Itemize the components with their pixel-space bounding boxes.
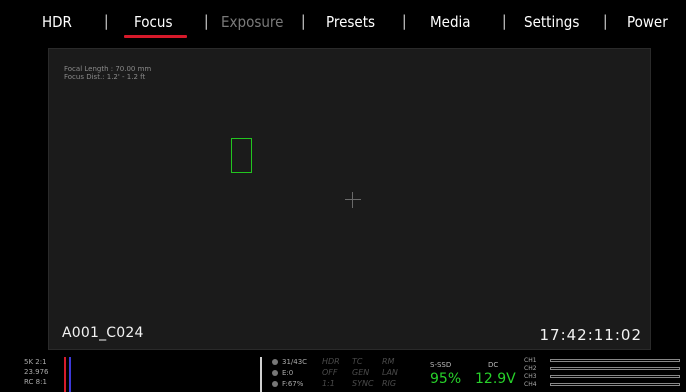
flag-tc: TC [352, 357, 363, 366]
menu-separator: | [104, 12, 109, 30]
menu-separator: | [301, 12, 306, 30]
menu-exposure[interactable]: Exposure [221, 13, 283, 31]
histogram-divider [260, 357, 262, 392]
menu-focus[interactable]: Focus [134, 13, 173, 31]
flag-off: OFF [322, 368, 338, 377]
crosshair-horizontal [345, 199, 361, 200]
resolution-text: 5K 2:1 [24, 358, 47, 366]
fan-text: F:67% [282, 380, 304, 388]
framerate-text: 23.976 [24, 368, 49, 376]
status-flags: HDR TC RM OFF GEN LAN 1:1 SYNC RIG [322, 357, 406, 389]
flag-rm: RM [382, 357, 395, 366]
top-menu: HDR | Focus | Exposure | Presets | Media… [0, 0, 686, 44]
menu-hdr[interactable]: HDR [42, 13, 72, 31]
temperature-info: 31/43C E:0 F:67% [272, 357, 307, 390]
flag-lan: LAN [382, 368, 398, 377]
media-label: S-SSD [430, 361, 452, 369]
menu-media[interactable]: Media [430, 13, 471, 31]
crosshair-vertical [352, 192, 353, 208]
media-remaining: 95% [430, 371, 462, 387]
audio-channels: CH1 CH2 CH3 CH4 [524, 357, 684, 389]
audio-meter [550, 367, 680, 370]
format-info: 5K 2:1 23.976 RC 8:1 [24, 357, 49, 387]
channel-label: CH1 [524, 357, 537, 364]
audio-meter [550, 383, 680, 386]
flag-gen: GEN [352, 368, 370, 377]
status-bar: 5K 2:1 23.976 RC 8:1 31/43C E:0 F:67% HD… [0, 355, 686, 392]
focal-length-text: Focal Length : 70.00 mm [64, 65, 152, 73]
audio-meter [550, 375, 680, 378]
blue-level-bar [69, 357, 71, 392]
red-level-bar [64, 357, 66, 392]
exposure-text: E:0 [282, 369, 294, 377]
menu-separator: | [502, 12, 507, 30]
audio-channel-4: CH4 [524, 381, 684, 389]
menu-presets[interactable]: Presets [326, 13, 375, 31]
temp-text: 31/43C [282, 358, 308, 366]
audio-channel-3: CH3 [524, 373, 684, 381]
audio-channel-1: CH1 [524, 357, 684, 365]
audio-channel-2: CH2 [524, 365, 684, 373]
menu-separator: | [402, 12, 407, 30]
timecode: 17:42:11:02 [539, 326, 642, 344]
menu-separator: | [204, 12, 209, 30]
flag-hdr: HDR [322, 357, 340, 366]
crosshair-icon [345, 192, 361, 208]
active-tab-indicator [124, 35, 187, 38]
status-dot-icon [272, 359, 278, 365]
channel-label: CH2 [524, 365, 537, 372]
menu-power[interactable]: Power [627, 13, 668, 31]
clip-name: A001_C024 [62, 325, 144, 341]
dc-label: DC [488, 361, 499, 369]
status-dot-icon [272, 370, 278, 376]
flag-ratio: 1:1 [322, 379, 335, 388]
compression-text: RC 8:1 [24, 378, 47, 386]
focus-distance-text: Focus Dist.: 1.2' - 1.2 ft [64, 73, 146, 81]
status-dot-icon [272, 381, 278, 387]
channel-label: CH3 [524, 373, 537, 380]
menu-settings[interactable]: Settings [524, 13, 579, 31]
audio-meter [550, 359, 680, 362]
dc-voltage: 12.9V [475, 371, 516, 387]
flag-rig: RIG [382, 379, 397, 388]
camera-viewport[interactable]: Focal Length : 70.00 mm Focus Dist.: 1.2… [48, 48, 651, 350]
lens-info: Focal Length : 70.00 mm Focus Dist.: 1.2… [64, 65, 151, 81]
menu-separator: | [603, 12, 608, 30]
channel-label: CH4 [524, 381, 537, 388]
flag-sync: SYNC [352, 379, 374, 388]
focus-target-box[interactable] [231, 138, 252, 173]
